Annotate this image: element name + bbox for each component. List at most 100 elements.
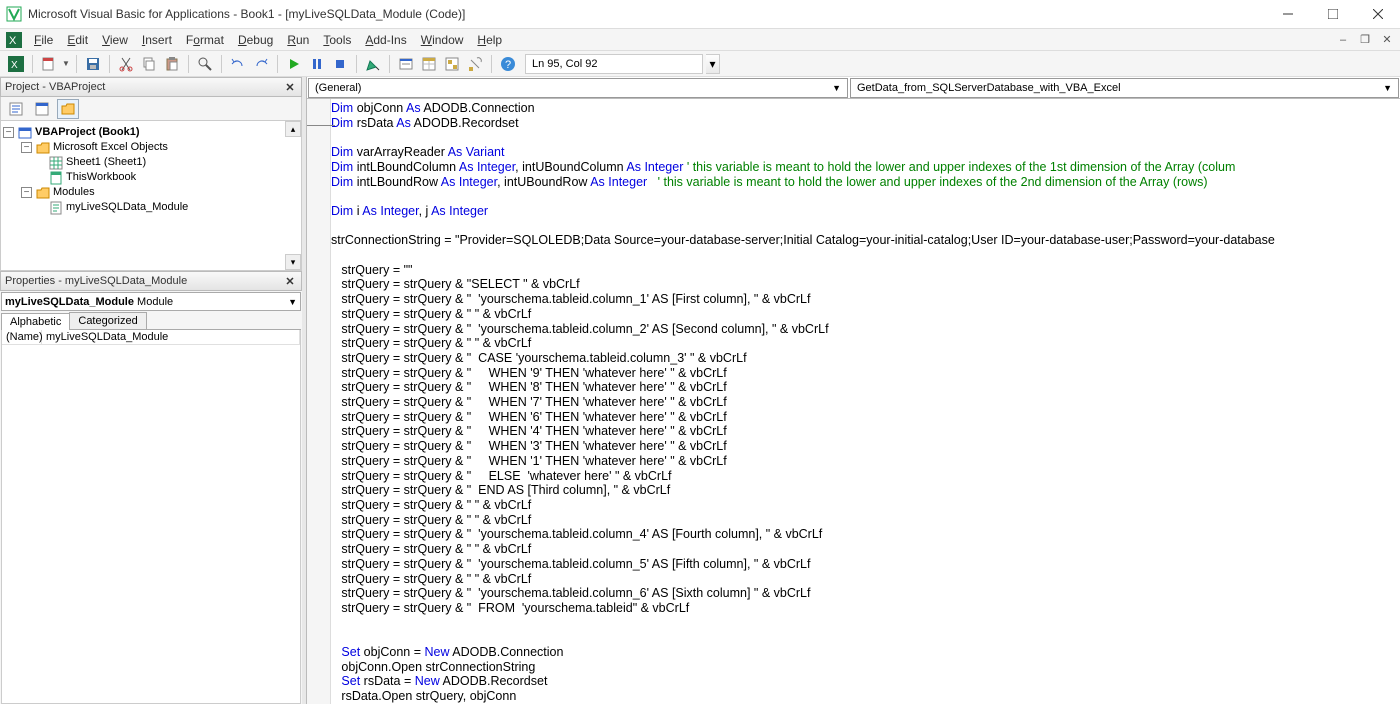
toolbox-button[interactable] (465, 54, 485, 74)
excel-mdi-icon[interactable]: X (6, 32, 22, 48)
mdi-minimize-button[interactable]: – (1334, 33, 1352, 47)
collapse-icon[interactable]: − (21, 187, 32, 198)
minimize-button[interactable] (1265, 0, 1310, 29)
window-title: Microsoft Visual Basic for Applications … (28, 7, 1265, 21)
separator (389, 55, 390, 73)
cut-button[interactable] (116, 54, 136, 74)
code-editor[interactable]: Dim objConn As ADODB.ConnectionDim rsDat… (331, 99, 1400, 704)
dropdown-arrow-icon: ▼ (832, 83, 841, 93)
tab-alphabetic[interactable]: Alphabetic (1, 313, 70, 330)
insert-module-button[interactable] (39, 54, 59, 74)
menu-window[interactable]: Window (415, 31, 470, 49)
tree-excel-objects-folder[interactable]: − Microsoft Excel Objects (3, 140, 299, 155)
procedure-combo[interactable]: GetData_from_SQLServerDatabase_with_VBA_… (850, 78, 1399, 98)
menu-addins[interactable]: Add-Ins (359, 31, 412, 49)
properties-object-combo[interactable]: myLiveSQLData_Module Module ▼ (1, 292, 301, 311)
reset-button[interactable] (330, 54, 350, 74)
menu-debug[interactable]: Debug (232, 31, 279, 49)
code-pane: (General) ▼ GetData_from_SQLServerDataba… (306, 77, 1400, 704)
close-button[interactable] (1355, 0, 1400, 29)
menu-run[interactable]: Run (281, 31, 315, 49)
property-row[interactable]: (Name) myLiveSQLData_Module (2, 330, 300, 345)
code-margin[interactable] (307, 99, 331, 704)
tree-project-root[interactable]: − VBAProject (Book1) (3, 125, 299, 140)
project-toolbar (0, 97, 302, 121)
tab-categorized[interactable]: Categorized (69, 312, 146, 329)
cursor-position-box: Ln 95, Col 92 (525, 54, 703, 74)
help-button[interactable]: ? (498, 54, 518, 74)
menu-file[interactable]: File (28, 31, 59, 49)
vba-app-icon (6, 6, 22, 22)
undo-button[interactable] (228, 54, 248, 74)
property-value-cell[interactable]: myLiveSQLData_Module (42, 330, 300, 344)
tree-module-item[interactable]: myLiveSQLData_Module (3, 200, 299, 215)
menu-insert[interactable]: Insert (136, 31, 178, 49)
view-code-button[interactable] (5, 99, 27, 119)
project-tree[interactable]: ▴ − VBAProject (Book1) − Microsoft Excel… (0, 121, 302, 271)
position-dropdown-button[interactable]: ▾ (706, 54, 720, 74)
project-pane-close-button[interactable]: ✕ (283, 80, 297, 94)
properties-pane-title: Properties - myLiveSQLData_Module (5, 275, 283, 287)
project-explorer-button[interactable] (396, 54, 416, 74)
folder-icon (36, 141, 50, 155)
property-name-cell: (Name) (2, 330, 42, 344)
separator (277, 55, 278, 73)
properties-tabs: Alphabetic Categorized (1, 312, 301, 330)
tree-scroll-up[interactable]: ▴ (285, 121, 301, 137)
object-browser-button[interactable] (442, 54, 462, 74)
window-titlebar: Microsoft Visual Basic for Applications … (0, 0, 1400, 29)
object-combo[interactable]: (General) ▼ (308, 78, 848, 98)
maximize-button[interactable] (1310, 0, 1355, 29)
tree-scroll-down[interactable]: ▾ (285, 254, 301, 270)
menu-edit[interactable]: Edit (61, 31, 94, 49)
workbook-icon (49, 171, 63, 185)
properties-window-button[interactable] (419, 54, 439, 74)
menu-view[interactable]: View (96, 31, 134, 49)
properties-grid[interactable]: (Name) myLiveSQLData_Module (1, 330, 301, 704)
toggle-folders-button[interactable] (57, 99, 79, 119)
properties-pane-close-button[interactable]: ✕ (283, 274, 297, 288)
collapse-icon[interactable]: − (3, 127, 14, 138)
view-object-button[interactable] (31, 99, 53, 119)
object-combo-value: (General) (315, 82, 361, 94)
menu-format[interactable]: Format (180, 31, 230, 49)
separator (491, 55, 492, 73)
dropdown-arrow-icon[interactable]: ▼ (62, 59, 70, 68)
separator (109, 55, 110, 73)
dropdown-arrow-icon: ▼ (1383, 83, 1392, 93)
svg-text:X: X (9, 35, 17, 47)
run-button[interactable] (284, 54, 304, 74)
mdi-restore-button[interactable]: ❐ (1356, 33, 1374, 47)
redo-button[interactable] (251, 54, 271, 74)
menubar: X File Edit View Insert Format Debug Run… (0, 29, 1400, 51)
view-excel-button[interactable]: X (6, 54, 26, 74)
tree-thisworkbook-item[interactable]: ThisWorkbook (3, 170, 299, 185)
menu-help[interactable]: Help (471, 31, 508, 49)
worksheet-icon (49, 156, 63, 170)
separator (76, 55, 77, 73)
tree-modules-folder[interactable]: − Modules (3, 185, 299, 200)
paste-button[interactable] (162, 54, 182, 74)
module-icon (49, 201, 63, 215)
separator (32, 55, 33, 73)
project-pane-title: Project - VBAProject (5, 81, 283, 93)
project-icon (18, 126, 32, 140)
properties-pane: Properties - myLiveSQLData_Module ✕ myLi… (0, 271, 302, 704)
tree-sheet1-item[interactable]: Sheet1 (Sheet1) (3, 155, 299, 170)
separator (221, 55, 222, 73)
save-button[interactable] (83, 54, 103, 74)
mdi-close-button[interactable]: ✕ (1378, 33, 1396, 47)
dropdown-arrow-icon: ▼ (288, 297, 297, 307)
collapse-icon[interactable]: − (21, 142, 32, 153)
standard-toolbar: X ▼ ? Ln 95, Col 92 ▾ (0, 51, 1400, 77)
svg-text:?: ? (505, 59, 511, 71)
folder-icon (36, 186, 50, 200)
copy-button[interactable] (139, 54, 159, 74)
separator (356, 55, 357, 73)
svg-text:X: X (11, 60, 18, 71)
properties-pane-header: Properties - myLiveSQLData_Module ✕ (0, 271, 302, 291)
find-button[interactable] (195, 54, 215, 74)
menu-tools[interactable]: Tools (317, 31, 357, 49)
break-button[interactable] (307, 54, 327, 74)
design-mode-button[interactable] (363, 54, 383, 74)
